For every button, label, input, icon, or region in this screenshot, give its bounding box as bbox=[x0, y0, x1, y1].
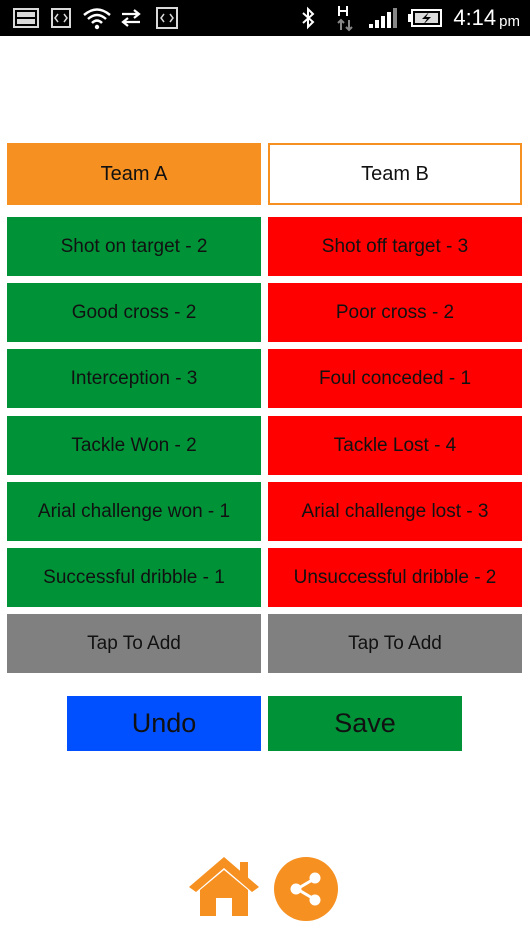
tackle-won-button[interactable]: Tackle Won - 2 bbox=[7, 416, 261, 475]
successful-dribble-button[interactable]: Successful dribble - 1 bbox=[7, 548, 261, 607]
foul-conceded-button[interactable]: Foul conceded - 1 bbox=[268, 349, 522, 408]
status-bar: 4:14 pm bbox=[0, 0, 530, 36]
share-icon[interactable] bbox=[273, 856, 339, 922]
wifi-icon bbox=[82, 0, 112, 36]
bluetooth-icon bbox=[298, 0, 318, 36]
shot-off-target-button[interactable]: Shot off target - 3 bbox=[268, 217, 522, 276]
status-clock: 4:14 pm bbox=[453, 0, 520, 36]
arial-challenge-lost-button[interactable]: Arial challenge lost - 3 bbox=[268, 482, 522, 541]
good-cross-button[interactable]: Good cross - 2 bbox=[7, 283, 261, 342]
clock-time: 4:14 bbox=[453, 5, 497, 30]
poor-cross-button[interactable]: Poor cross - 2 bbox=[268, 283, 522, 342]
image-icon bbox=[12, 0, 40, 36]
tap-to-add-right-button[interactable]: Tap To Add bbox=[268, 614, 522, 673]
save-button[interactable]: Save bbox=[268, 696, 462, 751]
tackle-lost-button[interactable]: Tackle Lost - 4 bbox=[268, 416, 522, 475]
clock-ampm: pm bbox=[499, 12, 520, 30]
signal-icon bbox=[366, 0, 400, 36]
unsuccessful-dribble-button[interactable]: Unsuccessful dribble - 2 bbox=[268, 548, 522, 607]
interception-button[interactable]: Interception - 3 bbox=[7, 349, 261, 408]
team-b-button[interactable]: Team B bbox=[268, 143, 522, 205]
tap-to-add-left-button[interactable]: Tap To Add bbox=[7, 614, 261, 673]
code-icon bbox=[50, 0, 72, 36]
code-icon bbox=[154, 0, 180, 36]
arial-challenge-won-button[interactable]: Arial challenge won - 1 bbox=[7, 482, 261, 541]
team-a-button[interactable]: Team A bbox=[7, 143, 261, 205]
sync-icon bbox=[118, 0, 144, 36]
shot-on-target-button[interactable]: Shot on target - 2 bbox=[7, 217, 261, 276]
home-icon[interactable] bbox=[185, 854, 263, 918]
undo-button[interactable]: Undo bbox=[67, 696, 261, 751]
data-h-icon bbox=[334, 0, 356, 36]
battery-charging-icon bbox=[406, 0, 444, 36]
